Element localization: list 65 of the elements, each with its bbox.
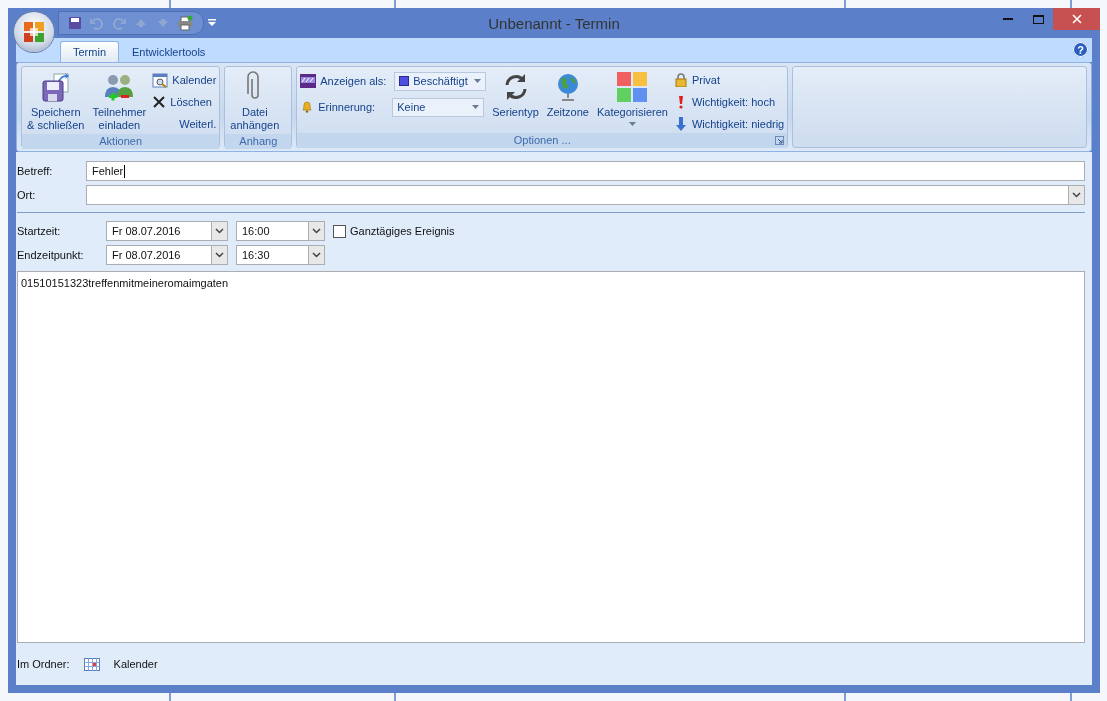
time-picker[interactable]: 16:00 bbox=[236, 221, 325, 241]
printer-icon[interactable] bbox=[177, 15, 193, 31]
ribbon-button[interactable]: Kalender bbox=[152, 71, 217, 89]
group-title: Anhang bbox=[239, 135, 278, 147]
group-title: Aktionen bbox=[99, 135, 143, 147]
notes-field[interactable]: 01510151323treffenmitmeineromaimgaten bbox=[17, 271, 1085, 643]
location-field[interactable] bbox=[86, 185, 1085, 205]
ribbon-tab[interactable]: Entwicklertools bbox=[119, 41, 219, 62]
ribbon-button[interactable]: Wichtigkeit: niedrig bbox=[673, 115, 785, 133]
field-label: Endzeitpunkt: bbox=[17, 249, 85, 261]
ribbon-button[interactable]: Wichtigkeit: hoch bbox=[673, 93, 785, 111]
floppy-disk-icon bbox=[39, 71, 72, 103]
ribbon-button[interactable]: Kategorisieren bbox=[594, 69, 670, 133]
checkbox[interactable] bbox=[333, 224, 346, 238]
office-logo-icon bbox=[23, 21, 45, 43]
delete-x-icon bbox=[152, 95, 167, 109]
folder-name: Kalender bbox=[113, 658, 158, 670]
customize-caret-icon[interactable] bbox=[208, 19, 216, 27]
chevron-down-icon bbox=[1072, 192, 1081, 198]
maximize-icon bbox=[1032, 14, 1044, 24]
close-icon bbox=[1071, 14, 1082, 24]
ribbon-button[interactable]: Zeitzone bbox=[544, 69, 591, 133]
ribbon-button[interactable]: Speichern & schließen bbox=[25, 69, 87, 134]
ribbon-button[interactable]: Privat bbox=[673, 71, 785, 89]
field-label: Erinnerung: bbox=[318, 101, 377, 113]
office-button[interactable] bbox=[14, 12, 54, 52]
dialog-launcher-icon[interactable] bbox=[775, 136, 785, 145]
folder-label: Im Ordner: bbox=[17, 658, 70, 670]
ribbon-button[interactable]: Teilnehmer einladen bbox=[90, 69, 149, 134]
down-arrow-icon bbox=[673, 117, 688, 131]
calendar-icon bbox=[83, 657, 100, 671]
dropdown-caret-icon bbox=[628, 122, 636, 126]
ribbon-button[interactable]: Weiterl. bbox=[152, 115, 217, 133]
time-picker[interactable]: 16:30 bbox=[236, 245, 325, 265]
ribbon-button[interactable]: Serientyp bbox=[490, 69, 541, 133]
padlock-icon bbox=[673, 73, 688, 87]
dropdown-caret-icon bbox=[474, 79, 482, 83]
bell-icon bbox=[300, 100, 315, 114]
dropdown-field[interactable]: Beschäftigt bbox=[394, 71, 487, 91]
group-title: Optionen ... bbox=[513, 134, 571, 146]
color-grid-icon bbox=[616, 71, 649, 103]
date-picker[interactable]: Fr 08.07.2016 bbox=[106, 245, 228, 265]
ribbon-button[interactable]: Löschen bbox=[152, 93, 217, 111]
status-swatch-icon bbox=[399, 76, 410, 86]
chevron-down-icon bbox=[312, 228, 321, 234]
field-label: Ort: bbox=[17, 189, 37, 201]
calendar-magnifier-icon bbox=[152, 72, 169, 88]
chevron-down-icon bbox=[215, 252, 224, 258]
status-bar-icon bbox=[300, 74, 317, 88]
chevron-down-icon bbox=[312, 252, 321, 258]
ribbon-tab[interactable]: Termin bbox=[60, 41, 119, 62]
ribbon-button[interactable]: Datei anhängen bbox=[228, 69, 282, 134]
field-label: Anzeigen als: bbox=[320, 75, 388, 87]
field-label: Startzeit: bbox=[17, 225, 62, 237]
field-label: Betreff: bbox=[17, 165, 54, 177]
help-button[interactable]: ? bbox=[1073, 42, 1088, 57]
chevron-down-icon bbox=[215, 228, 224, 234]
minimize-icon bbox=[1003, 18, 1013, 20]
dropdown-caret-icon bbox=[472, 105, 480, 109]
close-button[interactable] bbox=[1053, 8, 1100, 30]
date-picker[interactable]: Fr 08.07.2016 bbox=[106, 221, 228, 241]
checkbox-label[interactable]: Ganztägiges Ereignis bbox=[350, 225, 455, 237]
window-title: Unbenannt - Termin bbox=[488, 14, 620, 32]
dropdown-field[interactable]: Keine bbox=[392, 97, 485, 117]
subject-field[interactable]: Fehler bbox=[86, 161, 1085, 181]
